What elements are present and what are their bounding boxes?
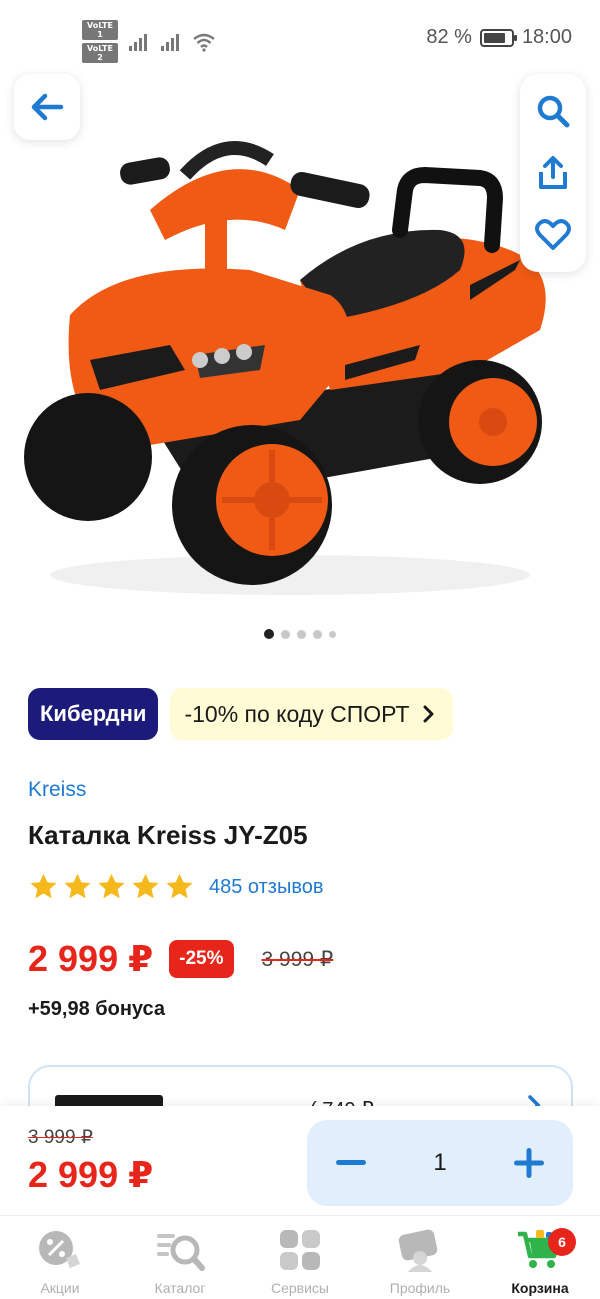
old-price: 3 999 ₽ bbox=[261, 947, 334, 971]
promo-row: Кибердни -10% по коду СПОРТ bbox=[28, 688, 454, 740]
star-icon bbox=[132, 873, 159, 899]
tab-bar: Акции Каталог Сервисы Профиль 6 Корзина bbox=[0, 1215, 600, 1299]
tab-promotions[interactable]: Акции bbox=[0, 1216, 120, 1299]
star-icon bbox=[30, 873, 57, 899]
catalog-search-icon bbox=[157, 1234, 205, 1271]
reviews-link[interactable]: 485 отзывов bbox=[209, 876, 323, 899]
promo-code-button[interactable]: -10% по коду СПОРТ bbox=[170, 688, 454, 740]
gallery-dot[interactable] bbox=[313, 629, 322, 639]
volte-sim2: VoLTE 2 bbox=[82, 43, 118, 63]
search-icon bbox=[537, 95, 570, 128]
promo-tag[interactable]: Кибердни bbox=[28, 688, 159, 740]
action-pill bbox=[520, 74, 586, 272]
plus-icon bbox=[513, 1148, 544, 1178]
current-price: 2 999 ₽ bbox=[28, 938, 154, 979]
clock: 18:00 bbox=[521, 26, 572, 48]
gallery-dot[interactable] bbox=[329, 630, 336, 638]
search-button[interactable] bbox=[528, 86, 578, 136]
panel-old-price: 3 999 ₽ bbox=[28, 1127, 93, 1148]
status-right: 82 % 18:00 bbox=[426, 26, 572, 49]
tab-profile[interactable]: Профиль bbox=[360, 1216, 480, 1299]
tab-label: Корзина bbox=[511, 1280, 569, 1296]
product-image[interactable] bbox=[0, 120, 600, 610]
buy-panel: 3 999 ₽ 2 999 ₽ 1 bbox=[0, 1106, 600, 1214]
quantity-value[interactable]: 1 bbox=[433, 1149, 446, 1177]
share-button[interactable] bbox=[528, 148, 578, 198]
arrow-left-icon bbox=[31, 93, 64, 121]
panel-price: 2 999 ₽ bbox=[28, 1154, 154, 1195]
heart-icon bbox=[535, 219, 571, 250]
star-icon bbox=[64, 873, 91, 899]
star-icon bbox=[166, 873, 193, 899]
gallery-dots bbox=[0, 629, 600, 639]
gallery-dot[interactable] bbox=[297, 629, 306, 639]
promo-code-text: -10% по коду СПОРТ bbox=[184, 700, 410, 727]
tab-services[interactable]: Сервисы bbox=[240, 1216, 360, 1299]
gallery-dot[interactable] bbox=[264, 629, 274, 639]
signal-icon bbox=[129, 33, 147, 51]
percent-tag-icon bbox=[39, 1231, 80, 1268]
tab-label: Акции bbox=[40, 1280, 80, 1296]
decrease-button[interactable] bbox=[331, 1143, 371, 1183]
battery-fill bbox=[483, 32, 505, 43]
status-bar: VoLTE 1 VoLTE 2 82 % 18:00 bbox=[0, 0, 600, 76]
rating-row[interactable]: 485 отзывов bbox=[28, 872, 323, 902]
product-title: Каталка Kreiss JY-Z05 bbox=[28, 820, 308, 850]
tab-catalog[interactable]: Каталог bbox=[120, 1216, 240, 1299]
status-left: VoLTE 1 VoLTE 2 bbox=[82, 20, 216, 63]
signal-icon-2 bbox=[161, 33, 179, 51]
volte-indicators: VoLTE 1 VoLTE 2 bbox=[82, 20, 118, 63]
minus-icon bbox=[336, 1160, 366, 1165]
rating-stars bbox=[28, 872, 195, 902]
increase-button[interactable] bbox=[509, 1143, 549, 1183]
tab-cart[interactable]: 6 Корзина bbox=[480, 1216, 600, 1299]
price-row: 2 999 ₽ -25% 3 999 ₽ bbox=[28, 938, 333, 980]
tab-label: Профиль bbox=[389, 1280, 451, 1296]
gallery-dot[interactable] bbox=[281, 629, 290, 639]
cart-badge: 6 bbox=[548, 1228, 576, 1256]
share-icon bbox=[539, 156, 567, 189]
back-button[interactable] bbox=[14, 74, 80, 140]
favorite-button[interactable] bbox=[528, 210, 578, 260]
discount-badge: -25% bbox=[169, 940, 234, 978]
volte-sim1: VoLTE 1 bbox=[82, 20, 118, 40]
battery-icon bbox=[479, 28, 517, 47]
tab-label: Сервисы bbox=[270, 1280, 329, 1296]
quantity-stepper: 1 bbox=[307, 1120, 573, 1206]
battery-percent: 82 % bbox=[426, 26, 472, 48]
bonus-text: +59,98 бонуса bbox=[28, 998, 166, 1020]
chevron-right-icon bbox=[423, 705, 434, 723]
brand-link[interactable]: Kreiss bbox=[28, 778, 86, 802]
tab-label: Каталог bbox=[154, 1280, 206, 1296]
profile-card-icon bbox=[398, 1229, 438, 1272]
services-grid-icon bbox=[280, 1230, 320, 1270]
star-icon bbox=[98, 873, 125, 899]
wifi-icon bbox=[193, 33, 215, 52]
